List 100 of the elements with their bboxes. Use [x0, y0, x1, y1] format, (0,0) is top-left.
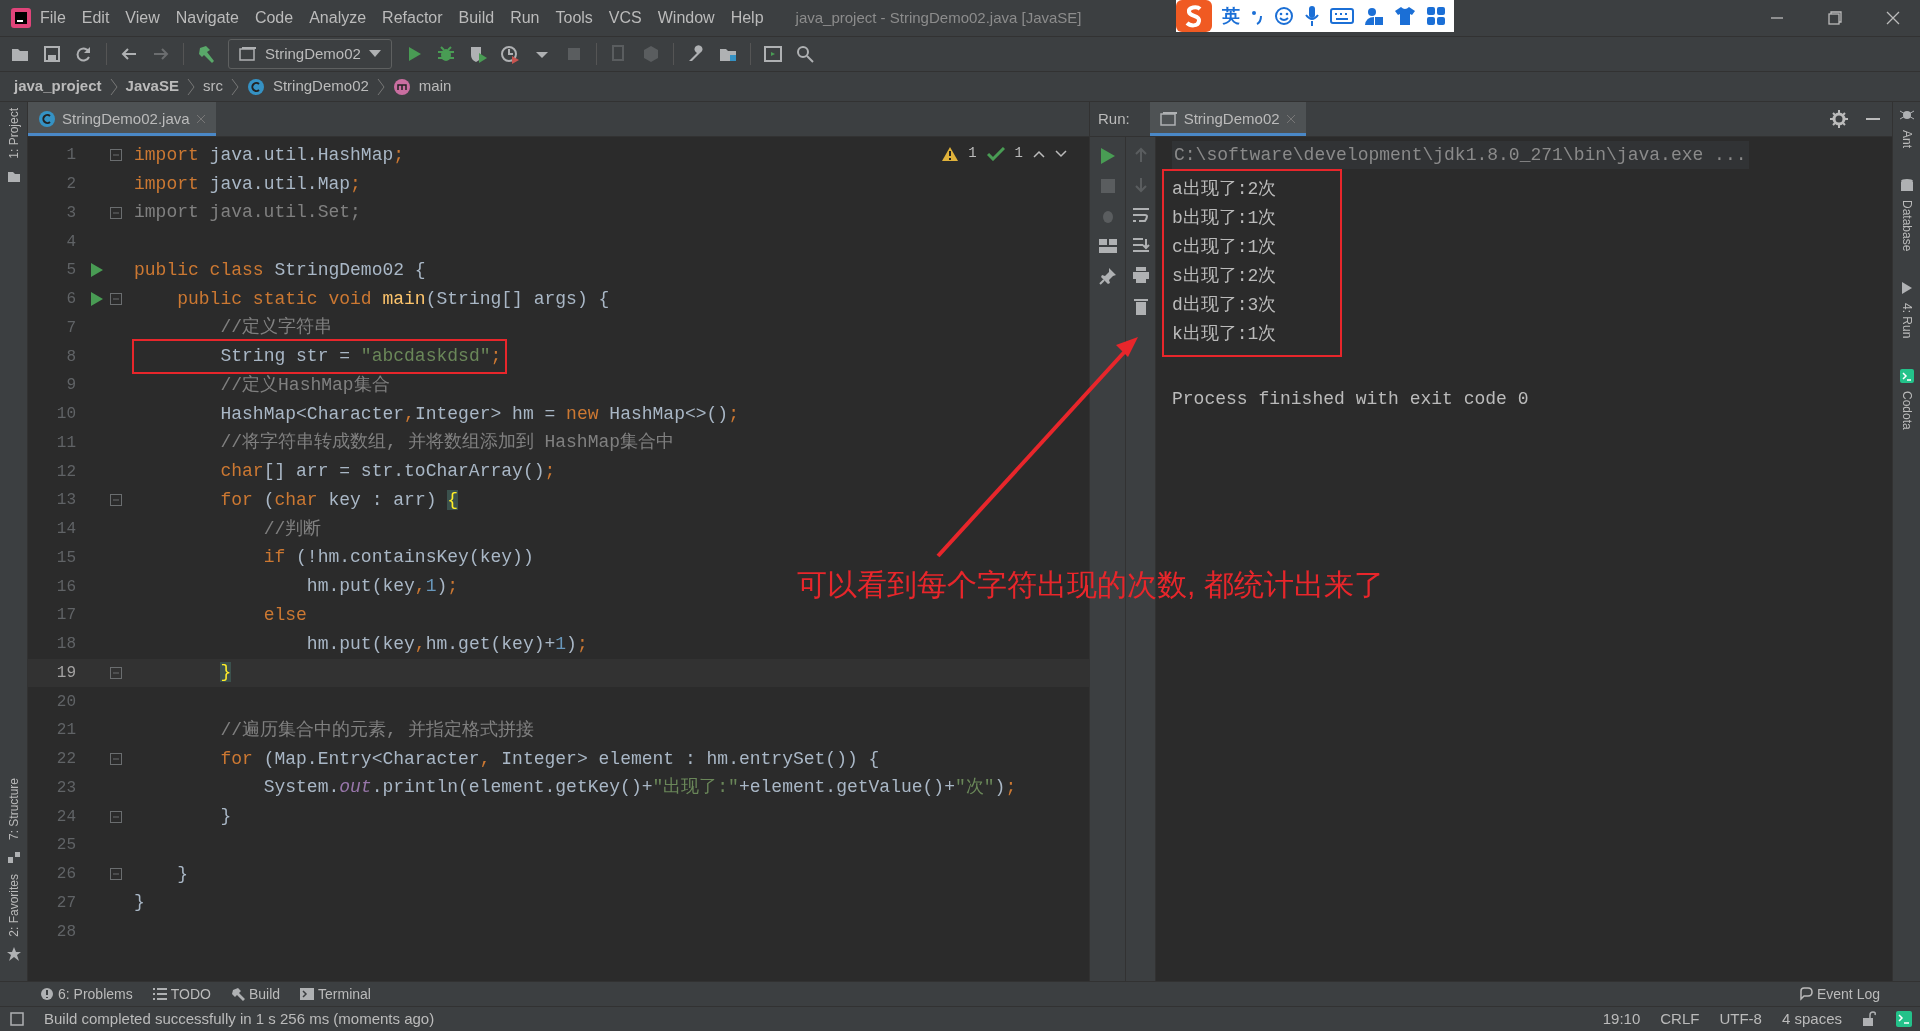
microphone-icon[interactable] — [1304, 5, 1320, 27]
tool-window-tab[interactable]: Codota — [1897, 390, 1916, 430]
run-tab[interactable]: StringDemo02 — [1149, 102, 1306, 136]
fold-icon[interactable] — [110, 868, 122, 881]
grid-icon[interactable] — [1426, 6, 1446, 26]
line-number: 21 — [55, 720, 77, 742]
print-icon[interactable] — [1131, 267, 1150, 283]
warning-icon — [942, 146, 959, 161]
smiley-icon[interactable] — [1274, 6, 1294, 26]
line-number: 8 — [65, 346, 77, 368]
menu-item[interactable]: Tools — [547, 6, 601, 30]
scroll-end-icon[interactable] — [1131, 237, 1150, 253]
pin-icon[interactable] — [1098, 267, 1117, 285]
status-item[interactable]: CRLF — [1660, 1007, 1700, 1031]
tool-window-tab[interactable]: 2: Favorites — [4, 874, 23, 937]
layout-icon[interactable] — [1098, 239, 1117, 253]
output-line: d出现了:3次 — [1172, 294, 1277, 317]
menu-item[interactable]: File — [32, 6, 74, 30]
breadcrumb-item[interactable]: StringDemo02 — [272, 75, 369, 98]
fold-icon[interactable] — [110, 293, 122, 306]
file-tab[interactable]: StringDemo02.java — [28, 102, 216, 136]
profiler-icon[interactable] — [499, 44, 520, 64]
run-configuration-dropdown[interactable]: StringDemo02 — [228, 38, 392, 70]
panel-toggle-icon[interactable] — [10, 1012, 24, 1026]
database-icon[interactable] — [1899, 178, 1914, 192]
chevron-icon — [186, 77, 195, 96]
breadcrumb-item[interactable]: java_project — [14, 75, 102, 98]
tool-window-button[interactable]: Terminal — [300, 983, 371, 1005]
fold-icon[interactable] — [110, 494, 122, 507]
line-number: 28 — [55, 921, 77, 943]
trash-icon[interactable] — [1133, 297, 1148, 315]
run-icon[interactable] — [1899, 281, 1914, 296]
spider-icon[interactable] — [1899, 108, 1914, 122]
line-number: 5 — [65, 260, 77, 282]
unlock-icon[interactable] — [1862, 1011, 1876, 1027]
fold-icon[interactable] — [110, 149, 122, 162]
menu-item[interactable]: Refactor — [374, 6, 451, 30]
terminal-window-icon[interactable] — [762, 44, 783, 64]
code-line: //将字符串转成数组, 并将数组添加到 HashMap集合中 — [219, 431, 675, 455]
menu-item[interactable]: Analyze — [301, 6, 375, 30]
output-line: s出现了:2次 — [1172, 265, 1277, 288]
menu-item[interactable]: View — [117, 6, 168, 30]
tool-window-tab[interactable]: 4: Run — [1897, 303, 1916, 339]
terminal-icon[interactable] — [1899, 368, 1914, 383]
search-icon[interactable] — [794, 44, 815, 64]
status-message: Build completed successfully in 1 s 256 ms (moments ago) — [44, 1008, 435, 1029]
menu-item[interactable]: Code — [246, 6, 302, 30]
line-number: 16 — [55, 576, 77, 598]
fold-icon[interactable] — [110, 753, 122, 766]
breadcrumb-item[interactable]: src — [202, 75, 223, 98]
keyboard-icon[interactable] — [1330, 7, 1354, 25]
tool-window-button[interactable]: Build — [230, 983, 281, 1005]
person-icon[interactable] — [1364, 6, 1384, 26]
run-icon[interactable] — [90, 291, 104, 308]
line-number: 27 — [55, 892, 77, 914]
fold-icon[interactable] — [110, 666, 122, 679]
code-line: hm.put(key,hm.get(key)+1); — [305, 632, 588, 656]
ime-mode-label[interactable]: 英 — [1222, 2, 1240, 30]
tool-window-tab[interactable]: 1: Project — [4, 108, 23, 159]
warning-count[interactable]: 1 — [968, 143, 977, 164]
breadcrumb-item[interactable]: main — [418, 75, 452, 98]
run-icon[interactable] — [1099, 147, 1116, 165]
menu-item[interactable]: Build — [450, 6, 503, 30]
close-icon[interactable] — [1886, 11, 1900, 25]
status-item[interactable]: UTF-8 — [1719, 1007, 1762, 1031]
line-number: 9 — [65, 375, 77, 397]
status-item[interactable]: 19:10 — [1602, 1007, 1641, 1031]
tool-window-tab[interactable]: Ant — [1897, 130, 1916, 148]
run-icon[interactable] — [90, 262, 104, 279]
menu-item[interactable]: VCS — [600, 6, 650, 30]
settings-icon[interactable] — [1830, 110, 1848, 128]
save-icon[interactable] — [42, 44, 62, 64]
window-icon — [239, 46, 257, 62]
status-item[interactable]: 4 spaces — [1781, 1007, 1842, 1031]
down-chevron-icon[interactable] — [1055, 149, 1067, 158]
menu-item[interactable]: Window — [649, 6, 723, 30]
menu-item[interactable]: Edit — [73, 6, 118, 30]
hammer-icon[interactable] — [196, 44, 216, 64]
menu-item[interactable]: Help — [722, 6, 772, 30]
structure-icon[interactable] — [6, 850, 21, 865]
class-icon — [246, 77, 265, 96]
shirt-icon[interactable] — [1394, 6, 1416, 26]
passed-count[interactable]: 1 — [1014, 143, 1023, 164]
tool-window-tab[interactable]: 7: Structure — [4, 778, 23, 841]
tool-window-tab[interactable]: Database — [1897, 200, 1916, 252]
menu-item[interactable]: Run — [502, 6, 548, 30]
code-line: //判断 — [262, 517, 322, 541]
wrap-icon[interactable] — [1131, 207, 1150, 223]
breadcrumb-item[interactable]: JavaSE — [125, 75, 179, 98]
restore-icon[interactable] — [1828, 11, 1842, 25]
line-number: 22 — [55, 749, 77, 771]
tool-window-button[interactable]: 6: Problems — [40, 983, 133, 1005]
tool-window-button[interactable]: TODO — [152, 983, 211, 1005]
menu-item[interactable]: Navigate — [167, 6, 247, 30]
fold-icon[interactable] — [110, 206, 122, 219]
star-icon[interactable] — [6, 947, 21, 961]
fold-icon[interactable] — [110, 810, 122, 823]
up-chevron-icon[interactable] — [1033, 149, 1045, 158]
code-line: if (!hm.containsKey(key)) — [262, 546, 534, 570]
event-log-button[interactable]: Event Log — [1798, 983, 1880, 1005]
